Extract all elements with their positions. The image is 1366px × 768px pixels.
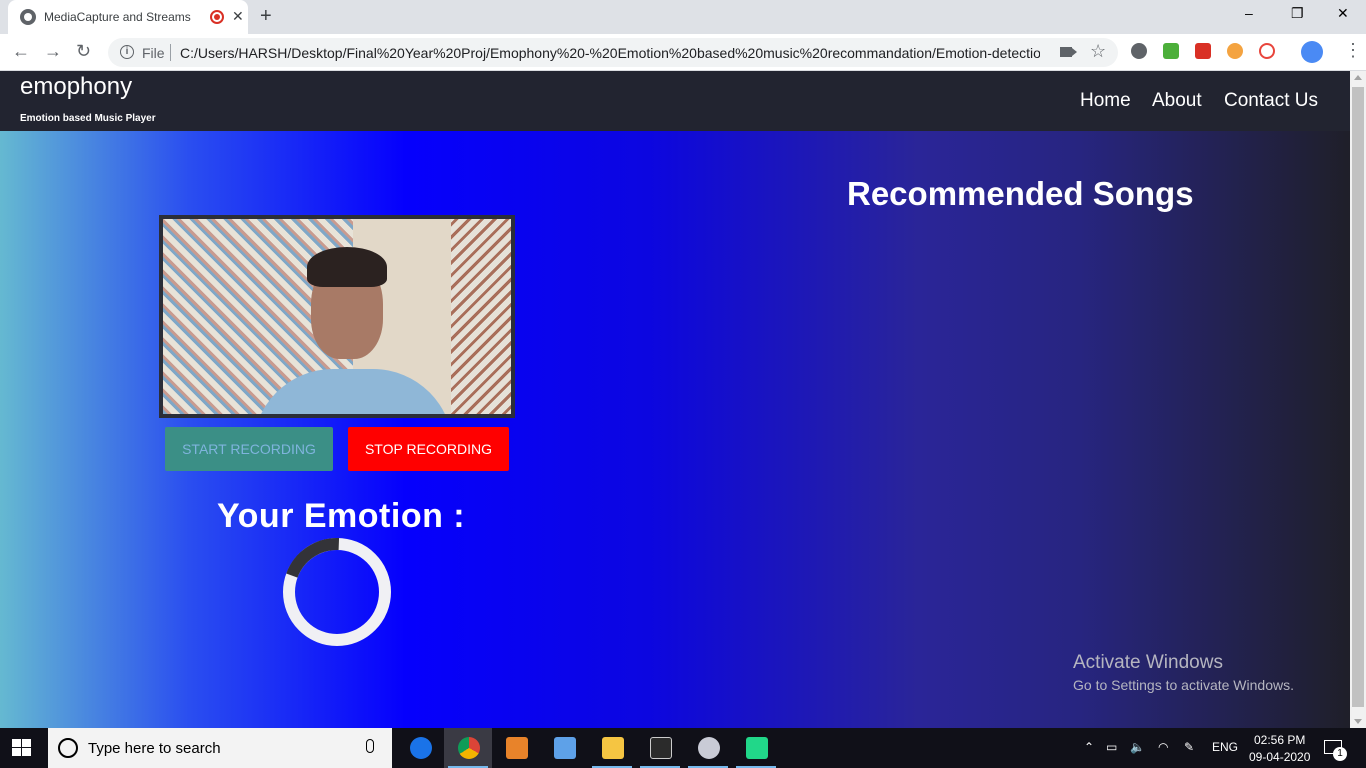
search-placeholder[interactable]: Type here to search xyxy=(88,740,221,757)
paint-app-icon[interactable] xyxy=(684,728,732,768)
reload-icon[interactable]: ↻ xyxy=(76,41,91,62)
file-label: File xyxy=(142,45,165,61)
recording-indicator-icon xyxy=(210,10,224,24)
back-arrow-icon[interactable]: ← xyxy=(12,41,30,62)
browser-tab-bar: MediaCapture and Streams / ✕ + – ❐ ✕ xyxy=(0,0,1366,34)
tab-title: MediaCapture and Streams / xyxy=(44,10,194,24)
close-tab-icon[interactable]: ✕ xyxy=(232,8,244,25)
nav-link-about[interactable]: About xyxy=(1152,90,1202,112)
chrome-app-icon[interactable] xyxy=(444,728,492,768)
new-tab-button[interactable]: + xyxy=(260,5,272,28)
dark-mode-extension-icon[interactable] xyxy=(1131,43,1147,59)
volume-icon[interactable]: 🔈 xyxy=(1130,740,1145,754)
site-navbar: emophony Emotion based Music Player Home… xyxy=(0,71,1350,131)
recommended-songs-heading: Recommended Songs xyxy=(847,175,1194,212)
brand-name[interactable]: emophony xyxy=(20,73,132,101)
spinner-arc xyxy=(283,538,391,646)
minimize-button[interactable]: – xyxy=(1245,5,1253,21)
scroll-thumb[interactable] xyxy=(1352,87,1364,707)
start-recording-button[interactable]: START RECORDING xyxy=(165,427,333,471)
maximize-button[interactable]: ❐ xyxy=(1291,5,1304,22)
pen-icon[interactable]: ✎ xyxy=(1184,740,1194,754)
show-hidden-icons-chevron-icon[interactable]: ⌃ xyxy=(1084,740,1094,754)
info-icon[interactable]: i xyxy=(120,45,134,59)
taskbar-search[interactable]: Type here to search xyxy=(48,728,392,768)
notification-count-badge: 1 xyxy=(1333,747,1347,761)
url-text[interactable]: C:/Users/HARSH/Desktop/Final%20Year%20Pr… xyxy=(180,45,1040,61)
page-scrollbar[interactable] xyxy=(1350,71,1366,728)
vpn-app-icon[interactable] xyxy=(540,728,588,768)
file-explorer-app-icon[interactable] xyxy=(588,728,636,768)
cors-extension-icon[interactable] xyxy=(1163,43,1179,59)
windows-start-icon[interactable] xyxy=(12,739,32,757)
loading-spinner xyxy=(283,538,391,646)
profile-avatar[interactable] xyxy=(1301,41,1323,63)
clock-date[interactable]: 09-04-2020 xyxy=(1249,750,1310,764)
cortana-icon[interactable] xyxy=(58,738,78,758)
divider xyxy=(170,44,171,61)
microphone-icon[interactable] xyxy=(366,739,374,753)
forward-arrow-icon[interactable]: → xyxy=(44,41,62,62)
activate-windows-title: Activate Windows xyxy=(1073,652,1223,673)
close-window-button[interactable]: ✕ xyxy=(1337,5,1349,22)
menu-dots-icon[interactable]: ⋮ xyxy=(1344,40,1362,61)
nav-link-home[interactable]: Home xyxy=(1080,90,1131,112)
pycharm-app-icon[interactable] xyxy=(732,728,780,768)
webcam-video xyxy=(159,215,515,418)
scroll-down-icon[interactable] xyxy=(1354,719,1362,724)
brand-tagline: Emotion based Music Player xyxy=(20,113,156,124)
activate-windows-subtitle: Go to Settings to activate Windows. xyxy=(1073,677,1294,693)
page-content: emophony Emotion based Music Player Home… xyxy=(0,71,1350,728)
scroll-up-icon[interactable] xyxy=(1354,75,1362,80)
browser-tab[interactable]: MediaCapture and Streams / ✕ xyxy=(8,0,248,34)
media-player-app-icon[interactable] xyxy=(492,728,540,768)
clock-time[interactable]: 02:56 PM xyxy=(1254,733,1305,747)
stop-recording-button[interactable]: STOP RECORDING xyxy=(348,427,509,471)
emotion-label: Your Emotion : xyxy=(217,497,466,535)
edge-app-icon[interactable] xyxy=(396,728,444,768)
red-ring-extension-icon[interactable] xyxy=(1259,43,1275,59)
terminal-app-icon[interactable] xyxy=(636,728,684,768)
battery-icon[interactable]: ▭ xyxy=(1106,740,1117,754)
language-indicator[interactable]: ENG xyxy=(1212,740,1238,754)
book-extension-icon[interactable] xyxy=(1195,43,1211,59)
address-bar[interactable]: i File C:/Users/HARSH/Desktop/Final%20Ye… xyxy=(108,38,1118,67)
bookmark-star-icon[interactable]: ☆ xyxy=(1090,41,1106,62)
nav-link-contact[interactable]: Contact Us xyxy=(1224,90,1318,112)
orange-extension-icon[interactable] xyxy=(1227,43,1243,59)
windows-taskbar: Type here to search ⌃ ▭ 🔈 ◠ ✎ ENG 02:56 … xyxy=(0,728,1366,768)
globe-icon xyxy=(20,9,36,25)
wifi-icon[interactable]: ◠ xyxy=(1158,740,1168,754)
camera-icon[interactable] xyxy=(1060,47,1077,57)
browser-toolbar: ← → ↻ i File C:/Users/HARSH/Desktop/Fina… xyxy=(0,34,1366,71)
